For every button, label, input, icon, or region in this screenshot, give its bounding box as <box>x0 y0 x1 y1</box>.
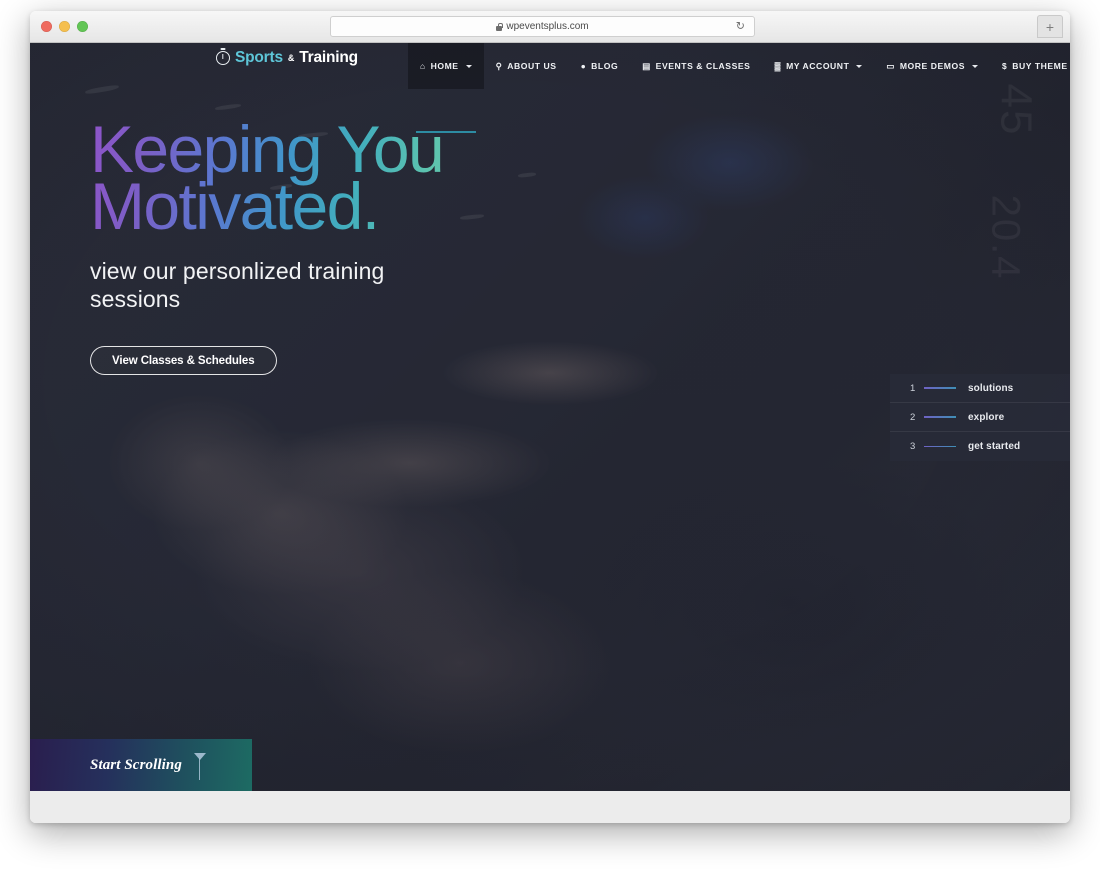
site-logo[interactable]: Sports & Training <box>216 49 358 67</box>
home-icon: ⌂ <box>420 60 426 71</box>
nav-item-buy-theme[interactable]: $ BUY THEME <box>990 43 1070 89</box>
nav-item-more-demos[interactable]: ▭ MORE DEMOS <box>874 43 990 89</box>
calendar-icon: ▤ <box>642 60 651 71</box>
chevron-down-icon <box>972 64 979 68</box>
slider-label: get started <box>968 441 1021 452</box>
nav-label-about-us: ABOUT US <box>507 61 557 71</box>
below-fold-section <box>30 791 1070 823</box>
view-classes-schedules-button[interactable]: View Classes & Schedules <box>90 346 277 376</box>
browser-window: wpeventsplus.com ↻ + 45 20.4 Sports & Tr… <box>30 11 1070 823</box>
slider-number: 1 <box>910 382 916 394</box>
new-tab-button[interactable]: + <box>1037 15 1063 38</box>
logo-text-ampersand: & <box>287 53 295 63</box>
close-window-button[interactable] <box>41 21 52 32</box>
slider-item-solutions[interactable]: 1 solutions <box>890 374 1070 403</box>
window-traffic-lights <box>41 21 88 32</box>
nav-label-more-demos: MORE DEMOS <box>899 61 966 71</box>
nav-label-events-classes: EVENTS & CLASSES <box>655 61 751 71</box>
slider-number: 3 <box>910 441 916 452</box>
hero-subheadline: view our personlized training sessions <box>90 257 385 313</box>
slider-navigation: 1 solutions 2 explore 3 get started <box>890 374 1070 461</box>
address-bar-url: wpeventsplus.com <box>506 21 589 32</box>
site-header: Sports & Training ⌂ HOME ⚲ ABOUT US ● BL… <box>30 43 1070 133</box>
logo-text-training: Training <box>299 49 358 66</box>
nav-item-blog[interactable]: ● BLOG <box>569 43 631 89</box>
nav-label-blog: BLOG <box>591 61 619 71</box>
hero-headline: Keeping You Motivated. <box>90 116 450 238</box>
slider-label: solutions <box>968 382 1014 394</box>
arrow-down-icon <box>194 750 206 780</box>
start-scrolling-bar[interactable]: Start Scrolling <box>30 739 252 791</box>
monitor-icon: ▭ <box>886 60 895 71</box>
browser-chrome-bar: wpeventsplus.com ↻ + <box>30 11 1070 43</box>
nav-label-my-account: MY ACCOUNT <box>786 61 850 71</box>
stopwatch-icon <box>216 51 230 65</box>
slider-item-get-started[interactable]: 3 get started <box>890 432 1070 461</box>
minimize-window-button[interactable] <box>59 21 70 32</box>
hero-content: Keeping You Motivated. view our personli… <box>90 116 450 376</box>
slider-dash-icon <box>924 445 956 448</box>
logo-text-sports: Sports <box>235 49 283 66</box>
start-scrolling-label: Start Scrolling <box>90 756 182 773</box>
address-bar[interactable]: wpeventsplus.com ↻ <box>330 16 755 37</box>
main-navigation: ⌂ HOME ⚲ ABOUT US ● BLOG ▤ EVENTS & CLAS… <box>408 43 1070 133</box>
maximize-window-button[interactable] <box>77 21 88 32</box>
chevron-down-icon <box>465 64 472 68</box>
map-pin-icon: ⚲ <box>495 60 503 71</box>
slider-dash-icon <box>924 387 956 389</box>
nav-label-home: HOME <box>430 61 459 71</box>
page-viewport: 45 20.4 Sports & Training ⌂ HOME ⚲ ABOUT… <box>30 43 1070 823</box>
hero-section: 45 20.4 Sports & Training ⌂ HOME ⚲ ABOUT… <box>30 43 1070 791</box>
slider-number: 2 <box>910 411 916 423</box>
reload-icon[interactable]: ↻ <box>736 21 745 32</box>
slider-label: explore <box>968 411 1005 423</box>
nav-item-about-us[interactable]: ⚲ ABOUT US <box>484 43 569 89</box>
lock-icon <box>496 22 504 31</box>
slider-item-explore[interactable]: 2 explore <box>890 403 1070 432</box>
dollar-icon: $ <box>1002 60 1008 71</box>
users-icon: ▓ <box>774 60 782 71</box>
nav-label-buy-theme: BUY THEME <box>1012 61 1068 71</box>
background-number-45: 45 <box>991 83 1041 137</box>
chevron-down-icon <box>856 64 863 68</box>
slider-dash-icon <box>924 416 956 418</box>
chat-bubble-icon: ● <box>580 60 587 71</box>
nav-item-home[interactable]: ⌂ HOME <box>408 43 484 133</box>
nav-item-events-classes[interactable]: ▤ EVENTS & CLASSES <box>630 43 762 89</box>
nav-item-my-account[interactable]: ▓ MY ACCOUNT <box>762 43 874 89</box>
background-number-204: 20.4 <box>983 194 1028 281</box>
